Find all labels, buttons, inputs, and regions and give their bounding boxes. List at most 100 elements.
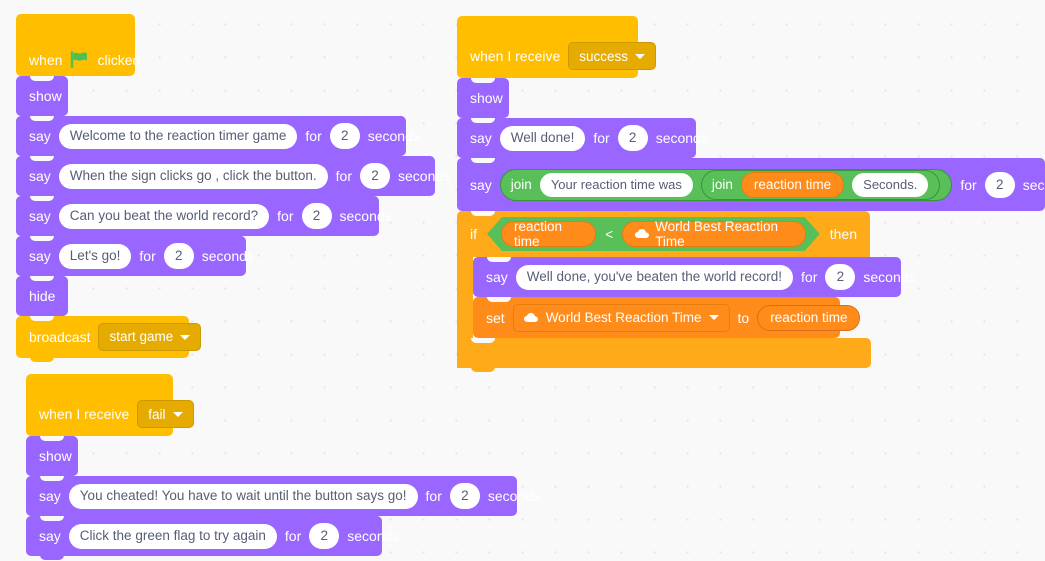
for-label: for [425, 488, 442, 504]
show-label: show [29, 88, 62, 104]
say-message-input[interactable]: Let's go! [58, 243, 132, 269]
seconds-input[interactable]: 2 [309, 523, 340, 549]
block-set-cloud-variable[interactable]: set World Best Reaction Time to reaction… [473, 297, 861, 342]
hat-when-i-receive-fail[interactable]: when I receive fail [26, 374, 194, 440]
block-say-lets-go[interactable]: say Let's go! for 2 seconds [16, 236, 254, 280]
say-label: say [486, 269, 508, 285]
operator-join-outer[interactable]: join Your reaction time was join reactio… [499, 168, 953, 201]
block-say-you-cheated[interactable]: say You cheated! You have to wait until … [26, 476, 540, 520]
block-say-join-reaction-time[interactable]: say join Your reaction time was join rea… [457, 158, 1045, 211]
variable-reaction-time[interactable]: reaction time [501, 221, 596, 247]
say-label: say [470, 176, 492, 193]
say-message-input[interactable]: Well done, you've beaten the world recor… [515, 264, 794, 290]
cloud-icon [523, 312, 539, 323]
for-label: for [335, 168, 353, 184]
say-label: say [29, 128, 51, 144]
seconds-label: seconds [398, 168, 451, 184]
cloud-variable-world-best-reaction-time[interactable]: World Best Reaction Time [622, 221, 806, 247]
chevron-down-icon [708, 315, 719, 320]
say-message-input[interactable]: Well done! [499, 125, 586, 151]
block-show[interactable]: show [457, 78, 509, 122]
join-text-input-1[interactable]: Your reaction time was [539, 172, 693, 197]
seconds-label: seconds [347, 528, 400, 544]
block-say-beaten-record[interactable]: say Well done, you've beaten the world r… [473, 257, 916, 301]
script-green-flag[interactable]: when clicked show say Welcome to the rea… [16, 14, 450, 362]
set-label: set [486, 309, 505, 326]
block-show[interactable]: show [26, 436, 78, 480]
operator-less-than[interactable]: reaction time < World Best Reaction Time [487, 217, 820, 251]
broadcast-label: broadcast [29, 329, 91, 345]
seconds-label: seconds [201, 248, 254, 264]
say-message-input[interactable]: You cheated! You have to wait until the … [68, 483, 418, 509]
variable-reaction-time[interactable]: reaction time [757, 304, 861, 331]
block-say-click-green-flag[interactable]: say Click the green flag to try again fo… [26, 516, 399, 560]
block-say-welcome[interactable]: say Welcome to the reaction timer game f… [16, 116, 420, 160]
when-i-receive-label: when I receive [470, 48, 561, 64]
seconds-input[interactable]: 2 [825, 264, 856, 290]
if-condition-row[interactable]: if reaction time < World Best Reaction T… [457, 211, 870, 257]
hide-label: hide [29, 288, 56, 304]
set-variable-dropdown[interactable]: World Best Reaction Time [512, 303, 730, 332]
seconds-input[interactable]: 2 [301, 203, 332, 229]
less-than-symbol: < [605, 226, 614, 242]
for-label: for [593, 130, 610, 146]
block-broadcast[interactable]: broadcast start game [16, 316, 202, 362]
set-variable-value: World Best Reaction Time [545, 309, 702, 325]
seconds-input[interactable]: 2 [360, 163, 391, 189]
blocks-workspace-canvas[interactable]: when clicked show say Welcome to the rea… [0, 0, 1045, 561]
say-label: say [29, 248, 51, 264]
say-message-input[interactable]: When the sign clicks go , click the butt… [58, 163, 328, 189]
seconds-label: seconds [655, 130, 708, 146]
say-label: say [29, 168, 51, 184]
block-hide[interactable]: hide [16, 276, 68, 320]
block-say-world-record[interactable]: say Can you beat the world record? for 2… [16, 196, 392, 240]
operator-join-inner[interactable]: join reaction time Seconds. [700, 169, 941, 200]
then-label: then [829, 226, 857, 242]
say-label: say [39, 488, 61, 504]
broadcast-message-dropdown[interactable]: start game [98, 323, 202, 351]
seconds-label: seconds [487, 488, 541, 504]
when-label: when [29, 51, 63, 68]
if-block-bottom-arm [457, 338, 871, 372]
hat-when-i-receive-success[interactable]: when I receive success [457, 16, 657, 82]
block-if-then[interactable]: if reaction time < World Best Reaction T… [457, 211, 1045, 372]
for-label: for [960, 176, 977, 193]
receive-message-value: success [579, 48, 629, 64]
seconds-input[interactable]: 2 [617, 125, 648, 151]
say-message-input[interactable]: Can you beat the world record? [58, 203, 270, 229]
seconds-label: seconds [339, 208, 392, 224]
seconds-label: seconds [367, 128, 420, 144]
if-block-body[interactable]: say Well done, you've beaten the world r… [473, 257, 916, 342]
if-label: if [470, 226, 477, 242]
for-label: for [305, 128, 322, 144]
receive-message-dropdown[interactable]: fail [137, 400, 194, 428]
block-show[interactable]: show [16, 76, 68, 120]
say-message-input[interactable]: Click the green flag to try again [68, 523, 277, 549]
green-flag-icon [70, 51, 89, 68]
receive-message-value: fail [148, 406, 166, 422]
clicked-label: clicked [97, 51, 141, 68]
for-label: for [277, 208, 294, 224]
hat-when-green-flag-clicked[interactable]: when clicked [16, 14, 140, 80]
for-label: for [139, 248, 156, 264]
script-on-fail[interactable]: when I receive fail show say You cheated… [26, 374, 540, 560]
say-message-input[interactable]: Welcome to the reaction timer game [58, 123, 298, 149]
cloud-variable-label: World Best Reaction Time [655, 219, 778, 249]
variable-reaction-time[interactable]: reaction time [740, 171, 845, 198]
join-label: join [711, 176, 733, 192]
block-say-when-sign-clicks[interactable]: say When the sign clicks go , click the … [16, 156, 450, 200]
chevron-down-icon [180, 334, 191, 340]
seconds-input[interactable]: 2 [329, 123, 360, 149]
hat-dome [16, 14, 135, 48]
script-on-success[interactable]: when I receive success show say Well don… [457, 16, 1045, 372]
block-say-well-done[interactable]: say Well done! for 2 seconds [457, 118, 708, 162]
join-text-input-2[interactable]: Seconds. [852, 172, 929, 197]
for-label: for [284, 528, 302, 544]
chevron-down-icon [172, 411, 183, 417]
seconds-input[interactable]: 2 [449, 483, 480, 509]
seconds-input[interactable]: 2 [984, 171, 1015, 198]
cloud-icon [635, 229, 650, 239]
receive-message-dropdown[interactable]: success [568, 42, 657, 70]
join-label: join [510, 176, 532, 192]
seconds-input[interactable]: 2 [163, 243, 194, 269]
